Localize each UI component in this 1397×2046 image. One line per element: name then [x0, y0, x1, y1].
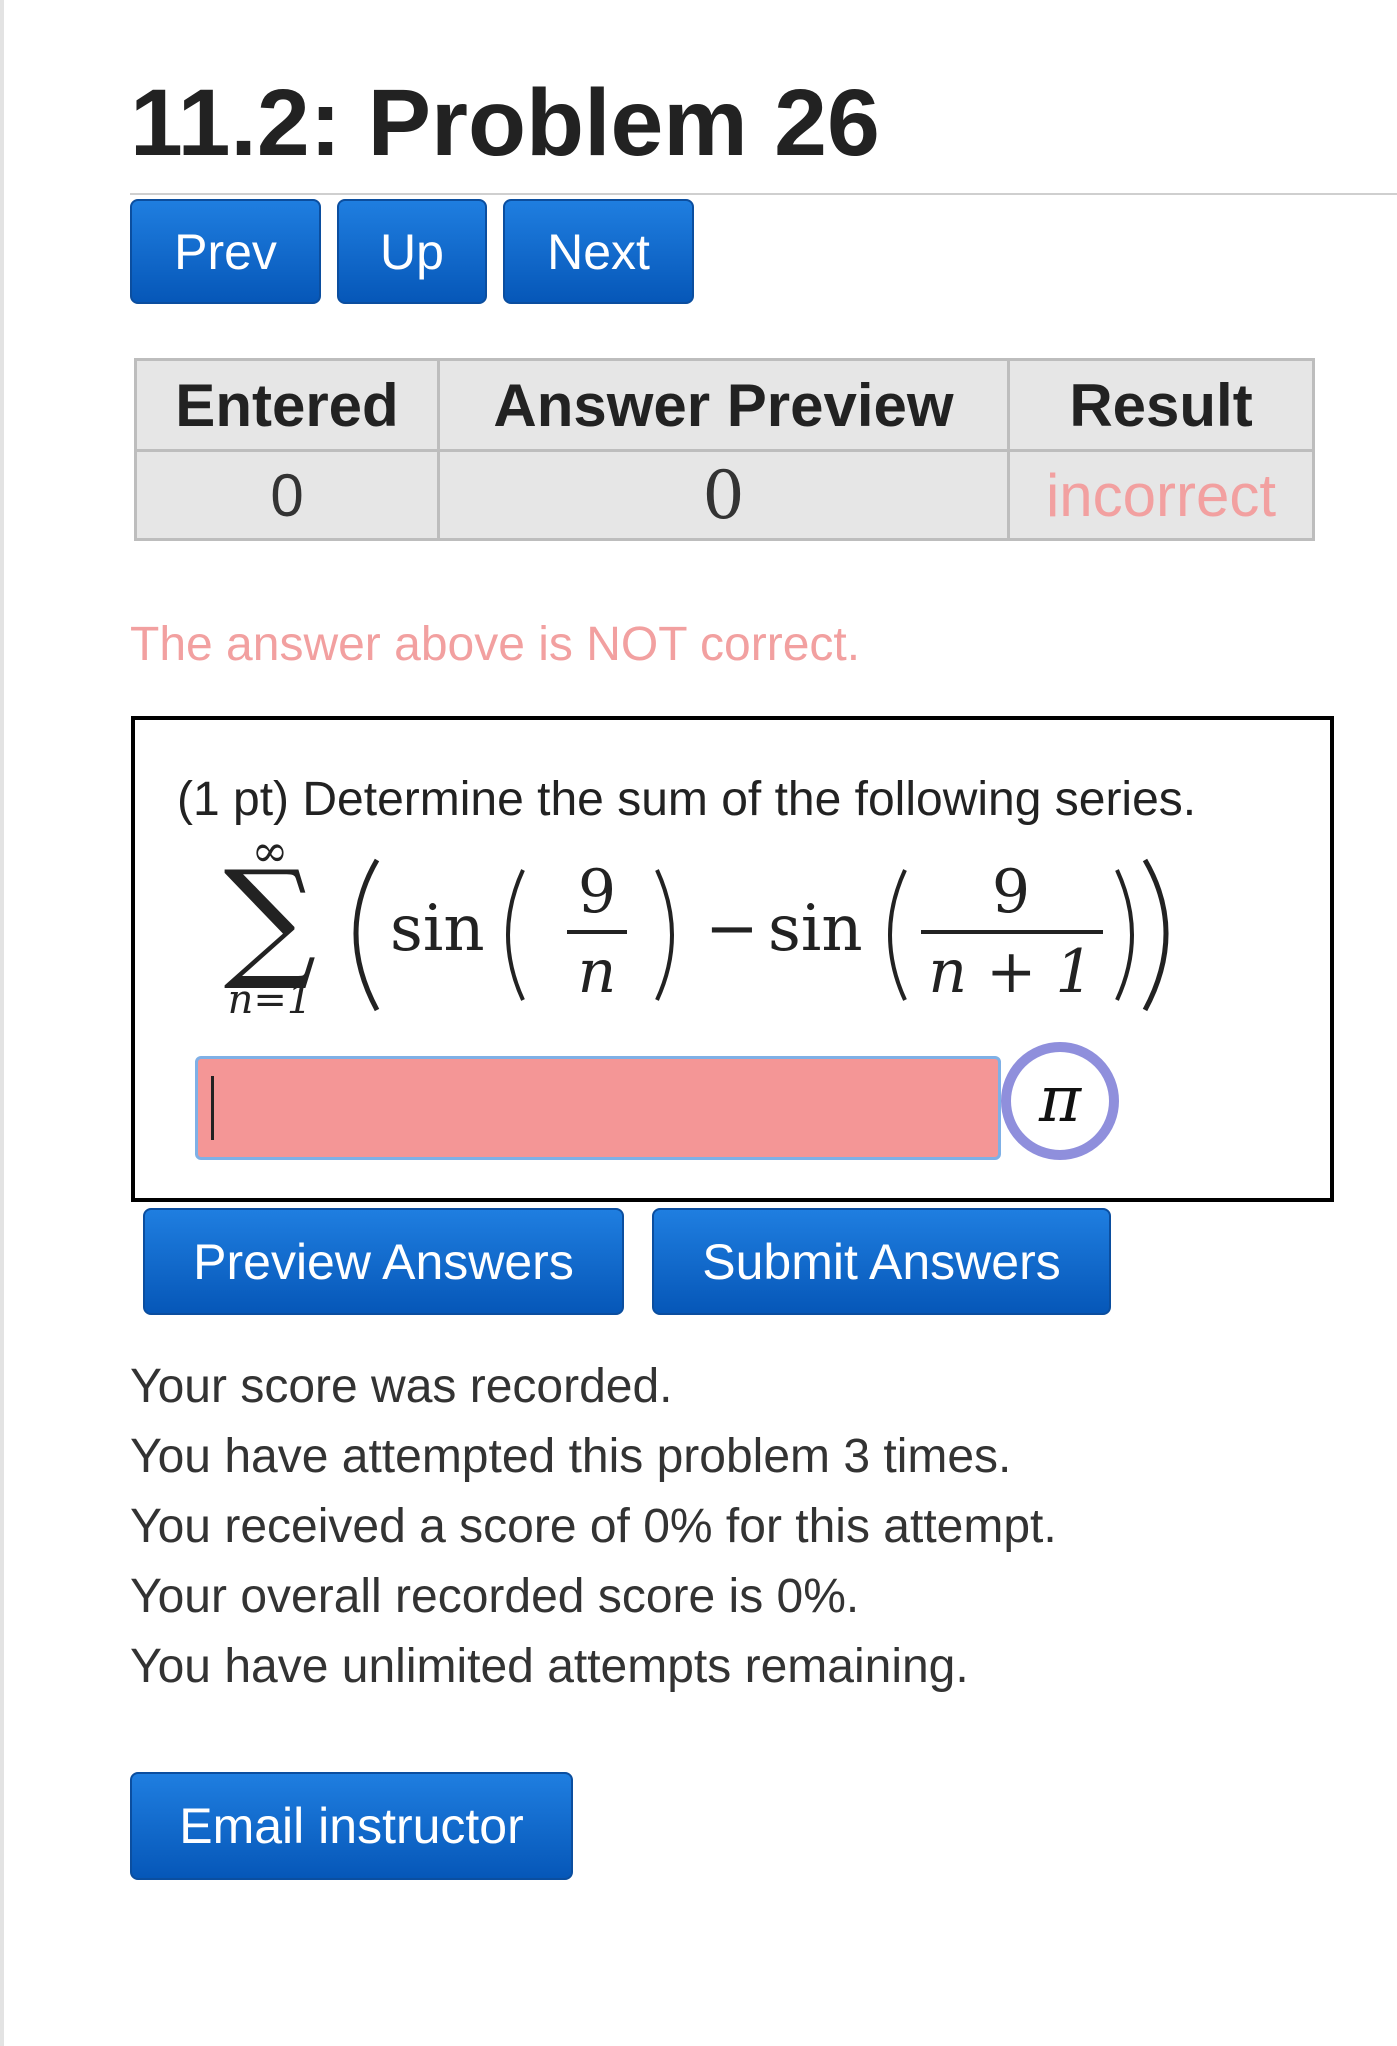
- answer-preview-value: 0: [437, 449, 1010, 541]
- pi-glyph: π: [1038, 1063, 1082, 1137]
- paren-right-2: [1115, 869, 1134, 1001]
- problem-statement: (1 pt) Determine the sum of the followin…: [177, 772, 1196, 827]
- prev-button[interactable]: Prev: [130, 199, 321, 304]
- answer-input[interactable]: [195, 1056, 1001, 1160]
- results-table: Entered Answer Preview Result 0 0 incorr…: [134, 358, 1315, 541]
- status-line: You received a score of 0% for this atte…: [130, 1500, 1057, 1553]
- header-entered: Entered: [134, 358, 440, 452]
- table-row: 0 0 incorrect: [134, 449, 1315, 541]
- result-status: incorrect: [1007, 449, 1315, 541]
- paren-right-1: [655, 869, 674, 1001]
- text-cursor: [211, 1076, 214, 1140]
- pi-symbol-icon[interactable]: π: [992, 1033, 1128, 1169]
- paren-left-1: [506, 869, 525, 1001]
- denominator-2: n + 1: [928, 937, 1093, 1007]
- sum-lower-limit: n=1: [228, 977, 313, 1020]
- denominator-1: n: [578, 937, 617, 1007]
- series-formula: ∞ ∑ n=1 sin 9 n − sin 9 n + 1: [224, 840, 1169, 1020]
- problem-points: (1 pt): [177, 773, 290, 826]
- score-status: Your score was recorded. You have attemp…: [130, 1352, 1057, 1702]
- sigma-symbol: ∑: [224, 842, 317, 994]
- status-line: You have unlimited attempts remaining.: [130, 1640, 969, 1693]
- entered-value: 0: [134, 449, 440, 541]
- email-instructor-button[interactable]: Email instructor: [130, 1772, 573, 1880]
- outer-paren-right: [1142, 858, 1169, 1012]
- outer-paren-left: [353, 858, 380, 1012]
- next-button[interactable]: Next: [503, 199, 694, 304]
- title-divider: [130, 193, 1397, 195]
- paren-left-2: [888, 869, 907, 1001]
- submit-answers-button[interactable]: Submit Answers: [652, 1208, 1111, 1315]
- numerator-2: 9: [992, 857, 1030, 927]
- minus-sign: −: [705, 892, 759, 966]
- feedback-message: The answer above is NOT correct.: [130, 618, 861, 671]
- status-line: You have attempted this problem 3 times.: [130, 1430, 1012, 1483]
- preview-answers-button[interactable]: Preview Answers: [143, 1208, 624, 1315]
- problem-box: (1 pt) Determine the sum of the followin…: [131, 716, 1334, 1202]
- left-edge-divider: [0, 0, 4, 2046]
- status-line: Your overall recorded score is 0%.: [130, 1570, 860, 1623]
- numerator-1: 9: [578, 857, 616, 927]
- header-result: Result: [1007, 358, 1315, 452]
- up-button[interactable]: Up: [337, 199, 487, 304]
- status-line: Your score was recorded.: [130, 1360, 673, 1413]
- sin-function-2: sin: [768, 892, 863, 966]
- page-title: 11.2: Problem 26: [130, 70, 880, 176]
- problem-question: Determine the sum of the following serie…: [302, 773, 1197, 826]
- sin-function-1: sin: [390, 892, 485, 966]
- header-answer-preview: Answer Preview: [437, 358, 1010, 452]
